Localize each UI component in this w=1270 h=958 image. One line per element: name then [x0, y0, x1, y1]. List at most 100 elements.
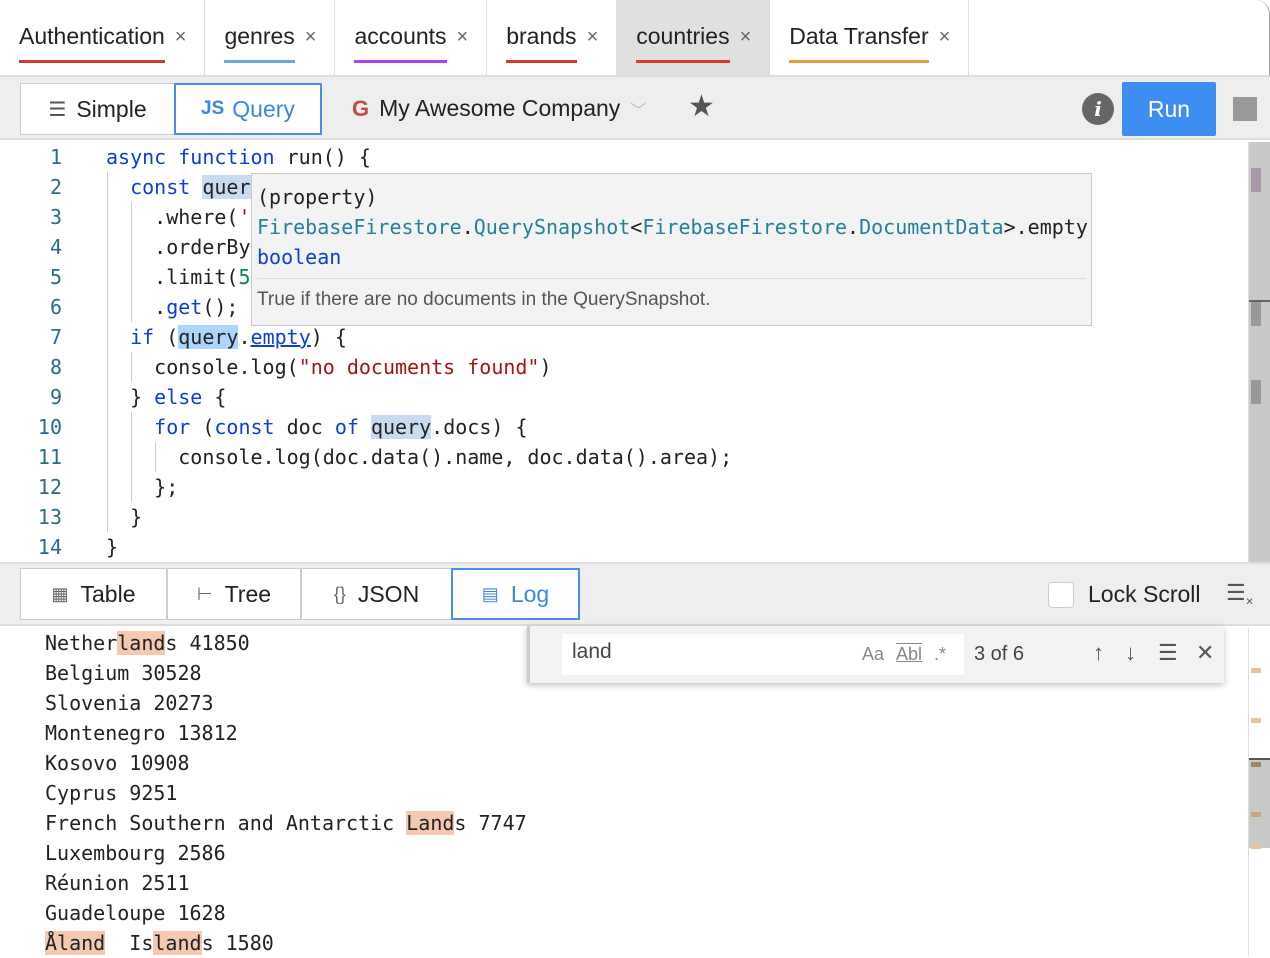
close-find-icon[interactable]: ✕	[1196, 640, 1214, 666]
log-line: Guadeloupe 1628	[45, 898, 226, 928]
lock-scroll-toggle[interactable]: Lock Scroll	[1048, 581, 1200, 608]
simple-mode-button[interactable]: ☰ Simple	[20, 83, 175, 135]
previous-match-icon[interactable]: ↑	[1093, 640, 1104, 666]
code-token: const	[130, 175, 203, 199]
code-token: .	[106, 295, 167, 319]
code-token: )	[539, 355, 552, 379]
tab-label: brands	[506, 23, 577, 63]
tab-label: genres	[224, 23, 296, 63]
line-number: 3	[49, 205, 62, 229]
log-scrollbar[interactable]	[1248, 628, 1270, 956]
connection-select[interactable]: G My Awesome Company ﹀	[352, 95, 646, 122]
tooltip-type: boolean	[257, 245, 342, 269]
code-line: }	[106, 532, 118, 562]
line-number: 5	[49, 265, 62, 289]
match-count: 3 of 6	[974, 643, 1025, 665]
tab-label: Authentication	[19, 23, 165, 63]
line-number: 2	[49, 175, 62, 199]
find-in-selection-icon[interactable]: ☰	[1158, 640, 1178, 666]
line-number: 1	[49, 145, 62, 169]
code-token: 5	[238, 265, 251, 289]
result-tab-label: Log	[510, 580, 550, 607]
code-token: empty	[250, 325, 311, 349]
code-line: .get();	[106, 292, 238, 322]
close-icon[interactable]: ×	[939, 26, 951, 49]
code-token: if	[130, 325, 167, 349]
signature-token: .	[847, 215, 860, 239]
signature-token: FirebaseFirestore	[257, 215, 462, 239]
log-token: land	[117, 631, 166, 655]
result-tab-json[interactable]: {} JSON	[301, 568, 452, 620]
lock-scroll-checkbox[interactable]	[1048, 581, 1074, 608]
log-line: Cyprus 9251	[45, 778, 177, 808]
list-icon: ☰	[48, 98, 67, 121]
code-token: };	[106, 475, 179, 499]
line-number: 13	[37, 505, 62, 529]
code-token: }	[106, 505, 143, 529]
code-line: .where('	[106, 202, 250, 232]
log-token: s 1580	[201, 931, 274, 955]
close-icon[interactable]: ×	[457, 26, 469, 49]
tree-icon: ⊢	[196, 583, 213, 604]
line-number: 9	[49, 385, 62, 409]
code-token: }	[106, 535, 119, 559]
signature-token: >.empty	[1003, 215, 1088, 239]
tab-label: countries	[636, 23, 730, 63]
braces-icon: {}	[333, 583, 346, 604]
signature-token: FirebaseFirestore	[642, 215, 848, 239]
result-tab-table[interactable]: ▦ Table	[20, 568, 167, 620]
regex-toggle[interactable]: .*	[934, 644, 946, 665]
line-number: 12	[37, 475, 62, 499]
tab-authentication[interactable]: Authentication ×	[0, 0, 206, 75]
close-icon[interactable]: ×	[740, 26, 752, 49]
close-icon[interactable]: ×	[305, 26, 317, 49]
tab-accounts[interactable]: accounts ×	[335, 0, 488, 75]
tab-data-transfer[interactable]: Data Transfer ×	[770, 0, 970, 75]
log-token: French Southern and Antarctic	[45, 811, 407, 835]
editor-scrollbar[interactable]	[1248, 142, 1270, 562]
log-line: French Southern and Antarctic Lands 7747	[45, 808, 527, 838]
code-token: .where(	[106, 205, 239, 229]
code-token: .	[238, 325, 251, 349]
log-token: Slovenia 20273	[45, 691, 214, 715]
js-query-mode-button[interactable]: JS Query	[174, 83, 322, 135]
tab-genres[interactable]: genres ×	[205, 0, 336, 75]
line-number: 14	[37, 535, 62, 559]
signature-token: QuerySnapshot	[473, 215, 631, 239]
close-icon[interactable]: ×	[175, 26, 187, 49]
whole-word-toggle[interactable]: Abl	[896, 644, 922, 665]
tab-countries[interactable]: countries ×	[617, 0, 771, 75]
code-line: if (query.empty) {	[106, 322, 347, 352]
code-token: const	[214, 415, 287, 439]
tab-brands[interactable]: brands ×	[487, 0, 618, 75]
code-line: } else {	[106, 382, 226, 412]
result-tab-tree[interactable]: ⊢ Tree	[167, 568, 301, 620]
log-token: Guadeloupe 1628	[45, 901, 226, 925]
clear-log-icon[interactable]: ☰×	[1226, 580, 1253, 608]
match-case-toggle[interactable]: Aa	[862, 644, 884, 665]
log-line: Kosovo 10908	[45, 748, 190, 778]
line-number: 6	[49, 295, 62, 319]
result-tab-log[interactable]: ▤ Log	[451, 568, 580, 620]
code-token: for	[154, 415, 203, 439]
code-token: (	[202, 415, 215, 439]
line-number: 8	[49, 355, 62, 379]
tab-label: Data Transfer	[789, 23, 929, 63]
next-match-icon[interactable]: ↓	[1125, 640, 1136, 666]
log-line: Slovenia 20273	[45, 688, 214, 718]
log-line: Netherlands 41850	[45, 628, 250, 658]
log-token: Cyprus 9251	[45, 781, 178, 805]
result-toolbar: Lock Scroll ☰× ▦ Table ⊢ Tree {} JSON ▤ Log	[0, 562, 1270, 626]
chevron-down-icon: ﹀	[630, 102, 647, 120]
close-icon[interactable]: ×	[587, 26, 599, 49]
info-icon[interactable]: i	[1082, 93, 1114, 125]
line-number: 10	[37, 415, 62, 439]
star-icon[interactable]: ★	[688, 89, 715, 124]
stop-button[interactable]	[1233, 97, 1257, 121]
hover-tooltip: (property) FirebaseFirestore.QuerySnapsh…	[251, 173, 1092, 326]
log-line: Montenegro 13812	[45, 718, 238, 748]
run-button[interactable]: Run	[1122, 82, 1216, 136]
simple-label: Simple	[76, 95, 147, 122]
log-token: s 7747	[454, 811, 527, 835]
